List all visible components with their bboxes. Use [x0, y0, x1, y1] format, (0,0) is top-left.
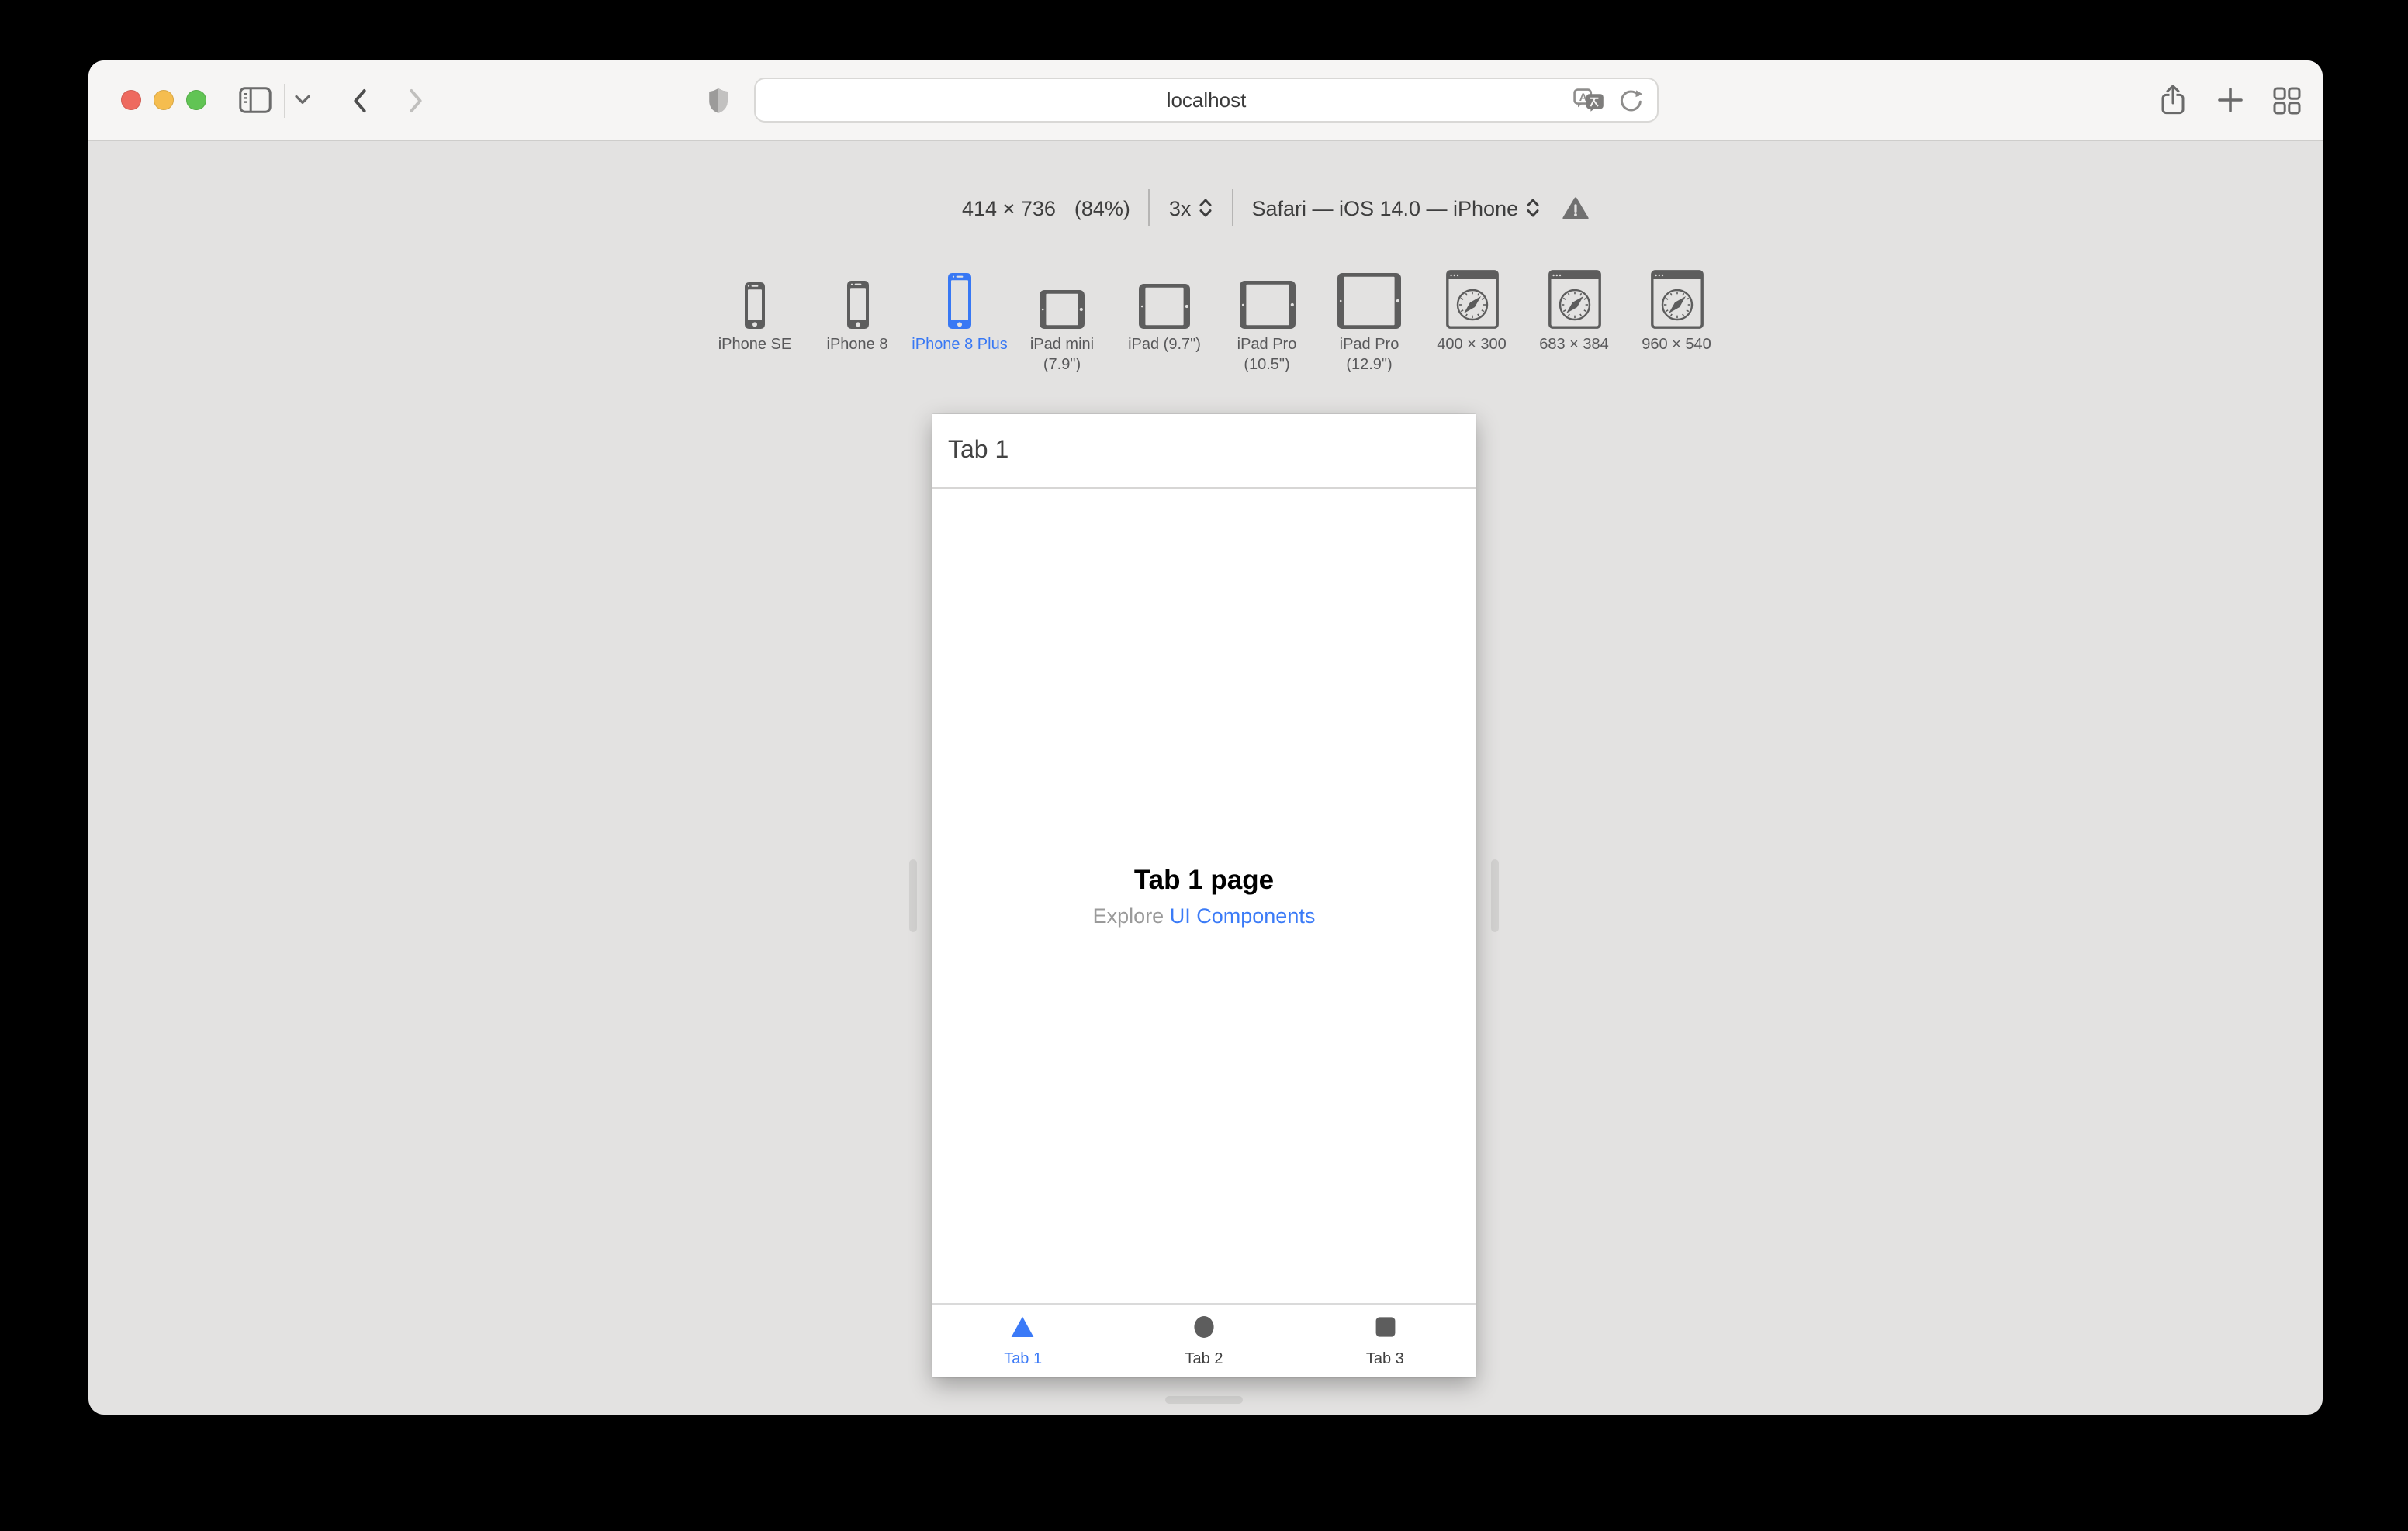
- device-option-iphone-8-plus[interactable]: iPhone 8 Plus: [911, 257, 1009, 375]
- safari-window: localhost A 414 × 736 (84%) 3x Safari — …: [88, 60, 2323, 1415]
- screenshot-stage: localhost A 414 × 736 (84%) 3x Safari — …: [0, 0, 2408, 1531]
- viewport-zoom: (84%): [1074, 196, 1130, 219]
- browser-titlebar: localhost A: [88, 60, 2323, 141]
- device-label: iPad Pro (12.9"): [1339, 337, 1399, 373]
- sidebar-icon[interactable]: [239, 87, 272, 113]
- phone-tab-1[interactable]: Tab 1: [932, 1305, 1113, 1377]
- device-option-ipad-mini[interactable]: iPad mini (7.9"): [1013, 257, 1111, 375]
- phone-device-icon: [948, 257, 971, 329]
- page-header-title: Tab 1: [948, 437, 1009, 463]
- tablet-device-icon: [1040, 257, 1085, 329]
- address-bar-url: localhost: [1166, 88, 1247, 112]
- share-icon[interactable]: [2158, 84, 2188, 116]
- device-option-custom-400x300[interactable]: 400 × 300: [1423, 257, 1521, 375]
- minimize-button[interactable]: [154, 90, 174, 110]
- up-down-stepper-icon: [1199, 199, 1211, 217]
- device-option-custom-960x540[interactable]: 960 × 540: [1628, 257, 1725, 375]
- phone-device-icon: [745, 257, 765, 329]
- phone-tab-label: Tab 1: [1004, 1351, 1043, 1368]
- device-option-ipad-pro-105[interactable]: iPad Pro (10.5"): [1218, 257, 1316, 375]
- page-subtitle: Explore UI Components: [1093, 904, 1316, 928]
- explore-text: Explore: [1092, 904, 1164, 928]
- browser-device-icon: [1445, 257, 1498, 329]
- resize-handle-left[interactable]: [909, 859, 917, 932]
- rdm-divider: [1231, 189, 1233, 226]
- browser-device-icon: [1548, 257, 1600, 329]
- warning-icon[interactable]: [1562, 196, 1588, 219]
- fullscreen-button[interactable]: [186, 90, 206, 110]
- device-label: iPad (9.7"): [1128, 337, 1201, 354]
- device-label: 960 × 540: [1642, 337, 1711, 354]
- simulated-viewport: Tab 1 Tab 1 page Explore UI Components T…: [932, 414, 1476, 1377]
- browser-device-icon: [1650, 257, 1703, 329]
- sidebar-chevron-down-icon[interactable]: [295, 95, 310, 105]
- phone-tab-2[interactable]: Tab 2: [1113, 1305, 1294, 1377]
- device-label: 683 × 384: [1539, 337, 1609, 354]
- device-label: iPad Pro (10.5"): [1237, 337, 1297, 373]
- pixel-ratio-value: 3x: [1168, 196, 1192, 219]
- privacy-shield-icon[interactable]: [708, 86, 729, 114]
- device-option-iphone-8[interactable]: iPhone 8: [808, 257, 906, 375]
- viewport-dimensions[interactable]: 414 × 736: [962, 196, 1056, 219]
- device-label: 400 × 300: [1437, 337, 1507, 354]
- traffic-lights: [121, 60, 206, 140]
- page-heading: Tab 1 page: [1133, 864, 1275, 895]
- rdm-divider: [1148, 189, 1150, 226]
- address-bar[interactable]: localhost A: [754, 78, 1659, 123]
- resize-handle-right[interactable]: [1491, 859, 1499, 932]
- device-label: iPhone SE: [718, 337, 792, 354]
- device-option-iphone-se[interactable]: iPhone SE: [706, 257, 804, 375]
- triangle-icon: [1011, 1315, 1036, 1346]
- page-header: Tab 1: [932, 414, 1476, 489]
- user-agent-value: Safari — iOS 14.0 — iPhone: [1251, 196, 1519, 219]
- device-option-ipad-97[interactable]: iPad (9.7"): [1116, 257, 1213, 375]
- translate-icon[interactable]: A: [1573, 88, 1604, 112]
- tablet-device-icon: [1139, 257, 1190, 329]
- phone-tab-label: Tab 3: [1365, 1351, 1404, 1368]
- device-label: iPhone 8 Plus: [912, 337, 1008, 354]
- device-label: iPhone 8: [826, 337, 888, 354]
- new-tab-icon[interactable]: [2217, 87, 2244, 113]
- circle-icon: [1192, 1315, 1216, 1346]
- device-presets-row: iPhone SE iPhone 8 iPhone 8 Plus iPad mi…: [706, 257, 1725, 375]
- rdm-control-bar: 414 × 736 (84%) 3x Safari — iOS 14.0 — i…: [962, 188, 1588, 228]
- tablet-device-icon: [1337, 257, 1401, 329]
- phone-tab-3[interactable]: Tab 3: [1295, 1305, 1476, 1377]
- forward-button[interactable]: [408, 88, 424, 112]
- reload-icon[interactable]: [1618, 88, 1643, 112]
- svg-text:A: A: [1579, 91, 1587, 103]
- device-option-ipad-pro-129[interactable]: iPad Pro (12.9"): [1320, 257, 1418, 375]
- user-agent-select[interactable]: Safari — iOS 14.0 — iPhone: [1251, 195, 1540, 220]
- device-option-custom-683x384[interactable]: 683 × 384: [1525, 257, 1623, 375]
- ui-components-link[interactable]: UI Components: [1170, 904, 1316, 928]
- square-icon: [1372, 1315, 1397, 1346]
- page-content: Tab 1 page Explore UI Components: [932, 489, 1476, 1303]
- up-down-stepper-icon: [1526, 199, 1538, 217]
- tab-overview-icon[interactable]: [2273, 86, 2301, 114]
- phone-tab-label: Tab 2: [1185, 1351, 1223, 1368]
- tablet-device-icon: [1239, 257, 1295, 329]
- phone-device-icon: [846, 257, 868, 329]
- close-button[interactable]: [121, 90, 141, 110]
- back-button[interactable]: [352, 88, 368, 112]
- pixel-ratio-select[interactable]: 3x: [1169, 195, 1213, 220]
- phone-tab-bar: Tab 1 Tab 2 Tab 3: [932, 1303, 1476, 1377]
- toolbar-divider: [284, 83, 285, 117]
- resize-handle-bottom[interactable]: [1165, 1396, 1243, 1404]
- device-label: iPad mini (7.9"): [1029, 337, 1095, 373]
